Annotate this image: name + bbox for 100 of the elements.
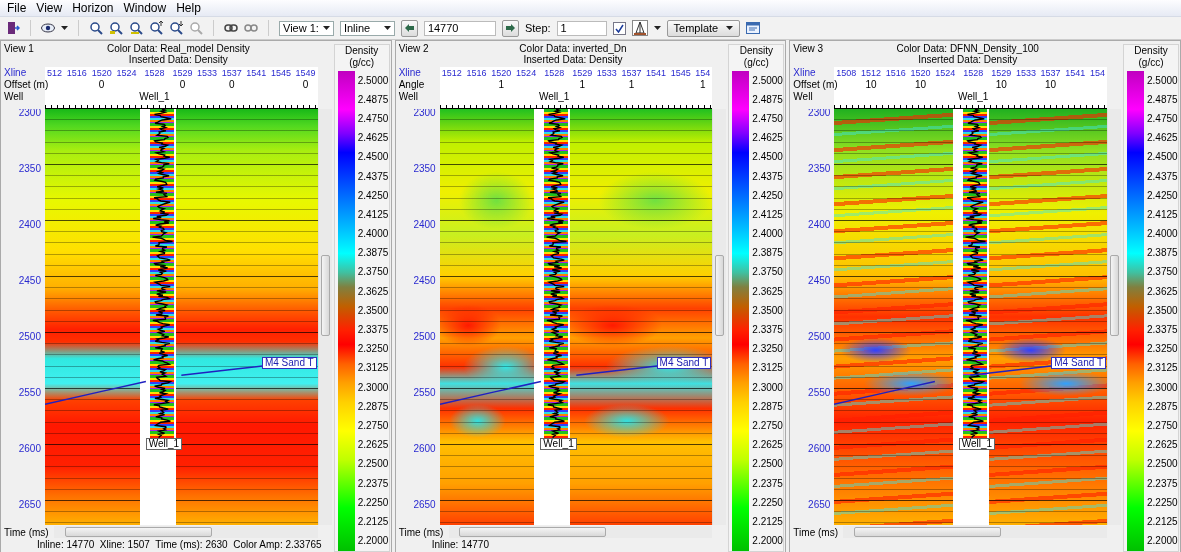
vertical-scrollbar[interactable] xyxy=(712,109,727,525)
time-axis-label: Time (ms) xyxy=(792,526,838,538)
drilling-rig-icon[interactable] xyxy=(631,20,648,36)
horizontal-scrollbar[interactable] xyxy=(448,526,713,538)
menu-item[interactable]: File xyxy=(2,1,32,15)
color-scale-value: 2.2375 xyxy=(357,478,389,489)
color-scale-value: 2.3375 xyxy=(357,325,389,336)
xline-number: 1524 xyxy=(935,67,956,79)
magnifier-icon[interactable] xyxy=(109,21,123,35)
color-scale-value: 2.2625 xyxy=(752,440,784,451)
inline-number-field[interactable]: 14770 xyxy=(423,20,496,36)
color-scale-value: 2.3625 xyxy=(752,286,784,297)
checkbox[interactable] xyxy=(612,21,626,35)
xline-axis-label: Xline xyxy=(3,67,28,79)
magnifier-icon[interactable] xyxy=(89,21,103,35)
color-scale-value: 2.2500 xyxy=(357,459,389,470)
color-scale-value: 2.4250 xyxy=(357,190,389,201)
xline-axis-label: Xline xyxy=(397,67,422,79)
view-title: View 1 xyxy=(3,43,35,56)
color-scale-value: 2.2875 xyxy=(752,401,784,412)
vertical-scrollbar[interactable] xyxy=(1107,109,1121,525)
colorbar-unit: (g/cc) xyxy=(1138,57,1164,69)
chain-link-icon[interactable] xyxy=(224,23,238,33)
color-scale-value: 2.4750 xyxy=(1147,113,1178,124)
next-button[interactable] xyxy=(501,19,519,37)
color-scale-value: 2.3375 xyxy=(752,325,784,336)
caret-icon[interactable] xyxy=(322,26,330,30)
color-scale-value: 2.4625 xyxy=(357,133,389,144)
xline-number: 1529 xyxy=(172,67,193,79)
xline-number: 1541 xyxy=(246,67,267,79)
color-scale-value: 2.3250 xyxy=(1147,344,1178,355)
xline-number: 154 xyxy=(695,67,711,79)
color-scale-value: 2.3625 xyxy=(1147,286,1178,297)
previous-button[interactable] xyxy=(400,19,418,37)
magnifier-icon[interactable] xyxy=(129,21,143,35)
color-scale-value: 2.4750 xyxy=(752,113,784,124)
exit-door-icon[interactable] xyxy=(6,21,20,35)
color-scale-value: 2.3000 xyxy=(752,382,784,393)
menu-item[interactable]: Horizon xyxy=(67,1,119,15)
xline-number: 1524 xyxy=(516,67,537,79)
xline-number: 1533 xyxy=(596,67,617,79)
template-button[interactable]: Template xyxy=(666,19,741,37)
row-value: 1 xyxy=(498,79,505,91)
horizontal-scrollbar[interactable] xyxy=(54,526,318,538)
time-label: 2550 xyxy=(808,388,832,400)
color-scale-value: 2.3500 xyxy=(1147,305,1178,316)
xline-number: 1545 xyxy=(270,67,291,79)
color-scale-value: 2.2625 xyxy=(357,440,389,451)
magnifier-icon[interactable] xyxy=(149,21,163,35)
color-scale-value: 2.4000 xyxy=(357,229,389,240)
xline-number: 1528 xyxy=(963,67,984,79)
xline-number: 1516 xyxy=(66,67,87,79)
color-scale-value: 2.2875 xyxy=(1147,401,1178,412)
xline-number: 1533 xyxy=(197,67,218,79)
time-label: 2350 xyxy=(18,164,42,176)
slice-type-select[interactable]: Inline xyxy=(339,20,395,36)
well-name: Well_1 xyxy=(958,91,989,103)
caret-icon[interactable] xyxy=(383,26,391,30)
arrow-icon xyxy=(404,24,414,32)
color-scale-value: 2.4250 xyxy=(1147,190,1178,201)
color-scale-value: 2.4000 xyxy=(752,229,784,240)
time-label: 2600 xyxy=(18,444,42,456)
caret-icon[interactable] xyxy=(653,26,661,30)
colorbar-title: Density xyxy=(739,45,773,57)
xline-number: 1512 xyxy=(861,67,882,79)
time-label: 2400 xyxy=(18,220,42,232)
xline-number: 1516 xyxy=(885,67,906,79)
menu-item[interactable]: Window xyxy=(118,1,172,15)
window-icon[interactable] xyxy=(746,22,761,34)
time-label: 2450 xyxy=(413,276,437,288)
color-scale-value: 2.2000 xyxy=(1147,536,1178,547)
menu-item[interactable]: View xyxy=(31,1,68,15)
color-scale-value: 2.4125 xyxy=(357,209,389,220)
xline-number: 154 xyxy=(1090,67,1106,79)
caret-icon[interactable] xyxy=(61,26,68,30)
color-scale-value: 2.4125 xyxy=(1147,209,1178,220)
color-scale-value: 2.2625 xyxy=(1147,440,1178,451)
row-value: 0 xyxy=(302,79,309,91)
view-title: View 2 xyxy=(397,43,430,56)
time-label: 2650 xyxy=(18,500,42,510)
row-value: 10 xyxy=(914,79,927,91)
broken-chain-link-icon[interactable] xyxy=(244,23,258,33)
color-scale-value: 2.3875 xyxy=(1147,248,1178,259)
row-value: 1 xyxy=(579,79,585,91)
magnifier-icon[interactable] xyxy=(169,21,183,35)
color-scale-value: 2.4875 xyxy=(752,94,784,105)
horizontal-scrollbar[interactable] xyxy=(843,526,1107,538)
view-select[interactable]: View 1: xyxy=(279,20,334,36)
xline-number: 1537 xyxy=(1040,67,1061,79)
step-field[interactable]: 1 xyxy=(556,20,607,36)
eye-icon[interactable] xyxy=(41,23,55,33)
row-value: 0 xyxy=(98,79,105,91)
caret-icon[interactable] xyxy=(726,26,734,30)
menu-item[interactable]: Help xyxy=(171,1,206,15)
well-name: Well_1 xyxy=(538,91,570,103)
xline-number: 1512 xyxy=(441,67,462,79)
row-value: 10 xyxy=(995,79,1007,91)
row-value: 1 xyxy=(700,79,706,91)
time-label: 2350 xyxy=(808,164,832,176)
inserted-data-label: Inserted Data: Density xyxy=(918,54,1018,65)
